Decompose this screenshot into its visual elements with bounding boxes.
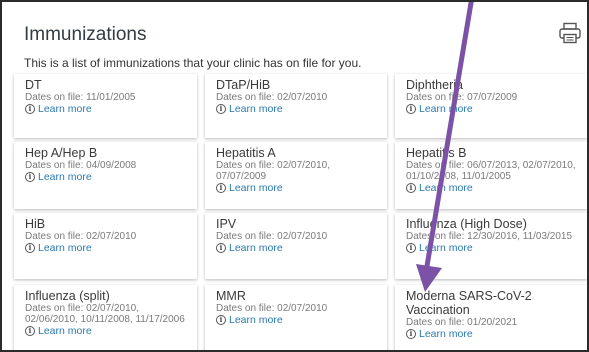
learn-more-link[interactable]: i Learn more	[216, 242, 381, 254]
intro-text: This is a list of immunizations that you…	[24, 56, 362, 70]
dates-on-file: Dates on file: 07/07/2009	[406, 92, 518, 103]
immunizations-panel: Immunizations This is a list of immuniza…	[0, 0, 589, 352]
dates-on-file: Dates on file: 02/07/2010	[25, 231, 137, 242]
learn-more-label: Learn more	[419, 182, 473, 194]
immunization-name: IPV	[216, 217, 237, 231]
immunization-card: Influenza (High Dose) Dates on file: 12/…	[395, 213, 587, 279]
immunization-name: Hepatitis B	[406, 146, 467, 160]
info-icon: i	[216, 243, 226, 253]
immunization-card: HiB Dates on file: 02/07/2010 i Learn mo…	[14, 213, 197, 279]
info-icon: i	[216, 104, 226, 114]
learn-more-label: Learn more	[38, 242, 92, 254]
dates-on-file: Dates on file: 02/07/2010, 02/06/2010, 1…	[25, 303, 185, 325]
learn-more-link[interactable]: i Learn more	[25, 171, 191, 183]
dates-on-file: Dates on file: 06/07/2013, 02/07/2010, 0…	[406, 160, 576, 182]
info-icon: i	[25, 104, 35, 114]
learn-more-label: Learn more	[419, 242, 473, 254]
immunization-card: Diphtheria Dates on file: 07/07/2009 i L…	[395, 74, 587, 138]
learn-more-link[interactable]: i Learn more	[216, 314, 381, 326]
immunization-card: Moderna SARS-CoV-2 Vaccination Dates on …	[395, 285, 587, 350]
dates-on-file: Dates on file: 02/07/2010	[216, 231, 328, 242]
learn-more-link[interactable]: i Learn more	[406, 328, 581, 340]
info-icon: i	[25, 326, 35, 336]
learn-more-link[interactable]: i Learn more	[25, 103, 191, 115]
info-icon: i	[406, 329, 416, 339]
immunization-name: HiB	[25, 217, 46, 231]
immunization-card: MMR Dates on file: 02/07/2010 i Learn mo…	[205, 285, 387, 350]
learn-more-link[interactable]: i Learn more	[216, 103, 381, 115]
dates-on-file: Dates on file: 12/30/2016, 11/03/2015	[406, 231, 573, 242]
learn-more-link[interactable]: i Learn more	[406, 103, 581, 115]
learn-more-link[interactable]: i Learn more	[25, 325, 191, 337]
immunization-name: Hepatitis A	[216, 146, 276, 160]
learn-more-label: Learn more	[419, 328, 473, 340]
learn-more-label: Learn more	[229, 242, 283, 254]
info-icon: i	[216, 183, 226, 193]
immunization-card: Hep A/Hep B Dates on file: 04/09/2008 i …	[14, 142, 197, 209]
dates-on-file: Dates on file: 01/20/2021	[406, 317, 518, 328]
print-icon[interactable]	[558, 22, 582, 44]
page-title: Immunizations	[24, 24, 147, 45]
info-icon: i	[25, 172, 35, 182]
immunization-name: Influenza (split)	[25, 289, 110, 303]
learn-more-link[interactable]: i Learn more	[216, 182, 381, 194]
immunization-name: Influenza (High Dose)	[406, 217, 527, 231]
dates-on-file: Dates on file: 11/01/2005	[25, 92, 136, 103]
dates-on-file: Dates on file: 02/07/2010	[216, 92, 328, 103]
learn-more-label: Learn more	[419, 103, 473, 115]
info-icon: i	[406, 243, 416, 253]
dates-on-file: Dates on file: 02/07/2010	[216, 303, 328, 314]
dates-on-file: Dates on file: 04/09/2008	[25, 160, 137, 171]
immunization-name: Diphtheria	[406, 78, 463, 92]
learn-more-link[interactable]: i Learn more	[25, 242, 191, 254]
learn-more-label: Learn more	[229, 182, 283, 194]
immunization-name: DT	[25, 78, 42, 92]
learn-more-link[interactable]: i Learn more	[406, 182, 581, 194]
learn-more-link[interactable]: i Learn more	[406, 242, 581, 254]
immunization-name: MMR	[216, 289, 246, 303]
immunization-card: DTaP/HiB Dates on file: 02/07/2010 i Lea…	[205, 74, 387, 138]
immunization-card: Hepatitis A Dates on file: 02/07/2010, 0…	[205, 142, 387, 209]
learn-more-label: Learn more	[38, 325, 92, 337]
info-icon: i	[406, 183, 416, 193]
immunization-name: DTaP/HiB	[216, 78, 271, 92]
learn-more-label: Learn more	[38, 103, 92, 115]
info-icon: i	[216, 315, 226, 325]
info-icon: i	[25, 243, 35, 253]
immunization-card: Hepatitis B Dates on file: 06/07/2013, 0…	[395, 142, 587, 209]
learn-more-label: Learn more	[38, 171, 92, 183]
info-icon: i	[406, 104, 416, 114]
dates-on-file: Dates on file: 02/07/2010, 07/07/2009	[216, 160, 330, 182]
immunization-name: Moderna SARS-CoV-2 Vaccination	[406, 289, 532, 317]
immunization-card: Influenza (split) Dates on file: 02/07/2…	[14, 285, 197, 350]
immunization-card: DT Dates on file: 11/01/2005 i Learn mor…	[14, 74, 197, 138]
immunization-name: Hep A/Hep B	[25, 146, 98, 160]
learn-more-label: Learn more	[229, 103, 283, 115]
learn-more-label: Learn more	[229, 314, 283, 326]
immunization-card: IPV Dates on file: 02/07/2010 i Learn mo…	[205, 213, 387, 279]
